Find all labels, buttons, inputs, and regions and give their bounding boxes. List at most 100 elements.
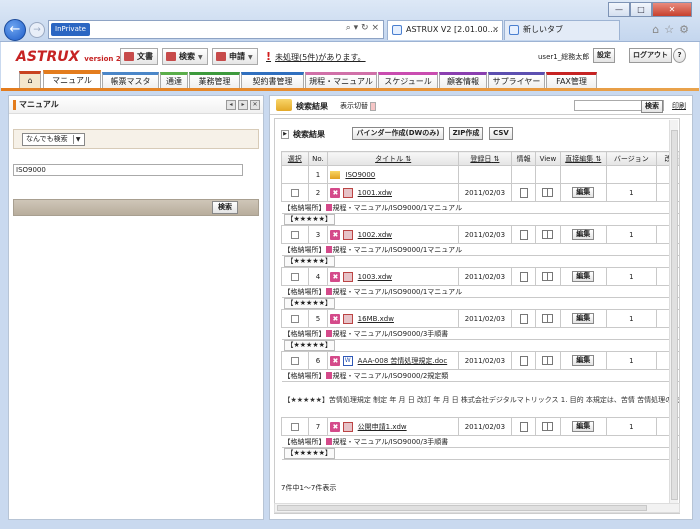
chevron-down-icon: ▼: [72, 135, 83, 144]
shinsei-button[interactable]: 申請 ▼: [212, 48, 258, 65]
file-link[interactable]: 1001.xdw: [358, 189, 392, 197]
delete-icon[interactable]: ✖: [330, 271, 341, 282]
edit-button[interactable]: 編集: [572, 229, 595, 240]
display-switch[interactable]: 表示切替: [340, 101, 376, 111]
vertical-scrollbar[interactable]: [669, 120, 678, 512]
search-type-select[interactable]: なんでも検索 ▼: [22, 133, 85, 146]
col-title[interactable]: タイトル ⇅: [327, 151, 459, 166]
scroll-thumb[interactable]: [671, 130, 678, 500]
tab-supplier[interactable]: サプライヤー: [488, 72, 545, 89]
select-checkbox[interactable]: [290, 314, 299, 323]
search-button[interactable]: 検索: [212, 201, 238, 214]
kensaku-button[interactable]: 検索 ▼: [162, 48, 208, 65]
edit-button[interactable]: 編集: [572, 313, 595, 324]
pending-alert-link[interactable]: ! 未処理(5件)があります。: [266, 50, 366, 63]
file-link[interactable]: AAA-008 苦情処理規定.doc: [358, 357, 448, 365]
help-icon[interactable]: ?: [673, 48, 686, 63]
settings-button[interactable]: 設定: [593, 48, 615, 63]
edit-button[interactable]: 編集: [572, 187, 595, 198]
edit-button[interactable]: 編集: [572, 421, 595, 432]
binder-create-button[interactable]: バインダー作成(DWのみ): [352, 127, 444, 140]
delete-icon[interactable]: ✖: [330, 355, 341, 366]
tab-schedule[interactable]: スケジュール: [378, 72, 438, 89]
col-version: バージョン: [605, 151, 657, 166]
horizontal-scrollbar[interactable]: [274, 503, 680, 513]
tab-form-master[interactable]: 帳票マスタ: [102, 72, 159, 89]
info-icon[interactable]: [519, 187, 528, 198]
bunsho-button[interactable]: 文書: [120, 48, 158, 65]
tab-regulations[interactable]: 規程・マニュアル: [305, 72, 377, 89]
next-panel-icon[interactable]: ▸: [238, 100, 248, 110]
delete-icon[interactable]: ✖: [330, 421, 341, 432]
keyword-input[interactable]: ISO9000: [13, 164, 243, 176]
home-tab-icon[interactable]: ⌂: [19, 71, 41, 88]
search-button-bar: 検索: [13, 199, 259, 216]
file-link[interactable]: 1002.xdw: [358, 231, 392, 239]
close-tab-icon[interactable]: ✕: [492, 21, 499, 39]
csv-button[interactable]: CSV: [489, 127, 513, 140]
view-icon[interactable]: [542, 314, 554, 323]
select-checkbox[interactable]: [290, 230, 299, 239]
tab-contract[interactable]: 契約書管理: [241, 72, 304, 89]
rating-stars: 【★★★★★】: [283, 340, 335, 351]
delete-icon[interactable]: ✖: [330, 313, 341, 324]
browser-tab-new[interactable]: 新しいタブ: [504, 20, 620, 40]
file-link[interactable]: ISO9000: [345, 171, 375, 179]
forward-button[interactable]: →: [29, 22, 45, 38]
select-checkbox[interactable]: [290, 356, 299, 365]
table-header-row: 選択 No. タイトル ⇅ 登録日 ⇅ 情報 View 直接編集 ⇅ バージョン…: [281, 151, 679, 166]
col-direct-edit[interactable]: 直接編集 ⇅: [559, 151, 607, 166]
view-icon[interactable]: [542, 188, 554, 197]
col-date[interactable]: 登録日 ⇅: [457, 151, 512, 166]
select-checkbox[interactable]: [290, 188, 299, 197]
view-icon[interactable]: [542, 356, 554, 365]
rating-stars: 【★★★★★】: [283, 214, 335, 225]
browser-toolbar-icons[interactable]: ⌂☆⚙: [652, 23, 694, 36]
tab-business[interactable]: 業務管理: [189, 72, 240, 89]
address-bar-icons[interactable]: ⌕ ▾ ↻ ×: [346, 23, 379, 33]
maximize-button[interactable]: □: [630, 2, 652, 17]
prev-panel-icon[interactable]: ◂: [226, 100, 236, 110]
delete-icon[interactable]: ✖: [330, 229, 341, 240]
col-select[interactable]: 選択: [281, 151, 309, 166]
view-icon[interactable]: [542, 422, 554, 431]
edit-cell: 編集: [559, 225, 607, 244]
close-window-button[interactable]: ✕: [652, 2, 692, 17]
tab-notice[interactable]: 通達: [160, 72, 188, 89]
tab-customer[interactable]: 顧客情報: [439, 72, 487, 89]
info-icon[interactable]: [519, 313, 528, 324]
tab-fax[interactable]: FAX管理: [546, 72, 597, 89]
results-search-button[interactable]: 検索: [641, 100, 663, 113]
tab-manual[interactable]: マニュアル: [43, 70, 101, 89]
logout-button[interactable]: ログアウト: [629, 48, 672, 63]
view-icon[interactable]: [542, 230, 554, 239]
select-checkbox[interactable]: [290, 272, 299, 281]
rating-cell: 【★★★★★】: [281, 297, 679, 310]
file-link[interactable]: 1003.xdw: [358, 273, 392, 281]
zip-create-button[interactable]: ZIP作成: [449, 127, 483, 140]
minimize-button[interactable]: —: [608, 2, 630, 17]
close-panel-icon[interactable]: ✕: [250, 100, 260, 110]
edit-button[interactable]: 編集: [572, 271, 595, 282]
back-button[interactable]: ←: [4, 19, 26, 41]
scroll-thumb[interactable]: [277, 505, 647, 511]
info-icon[interactable]: [519, 355, 528, 366]
address-bar[interactable]: InPrivate ⌕ ▾ ↻ ×: [48, 20, 384, 39]
result-section-title[interactable]: ▶ 検索結果: [281, 129, 325, 140]
location-cell: 【格納場所】 規程・マニュアル/ISO9000/3手順書: [281, 327, 679, 340]
info-icon[interactable]: [519, 229, 528, 240]
print-link[interactable]: 印刷: [672, 101, 686, 111]
file-link[interactable]: 公開申請1.xdw: [358, 423, 407, 431]
info-icon[interactable]: [519, 271, 528, 282]
delete-icon[interactable]: ✖: [330, 187, 341, 198]
file-link[interactable]: 16MB.xdw: [358, 315, 394, 323]
browser-tab-astrux[interactable]: ASTRUX V2 [2.01.00.... ✕: [387, 20, 503, 40]
date-cell: 2011/02/03: [457, 267, 512, 286]
view-icon[interactable]: [542, 272, 554, 281]
version-cell: 1: [605, 225, 657, 244]
select-checkbox[interactable]: [290, 422, 299, 431]
info-icon[interactable]: [519, 421, 528, 432]
table-row: 2 ✖ 1001.xdw 2011/02/03 編集 1: [281, 183, 679, 202]
edit-button[interactable]: 編集: [572, 355, 595, 366]
inprivate-badge: InPrivate: [51, 23, 90, 36]
